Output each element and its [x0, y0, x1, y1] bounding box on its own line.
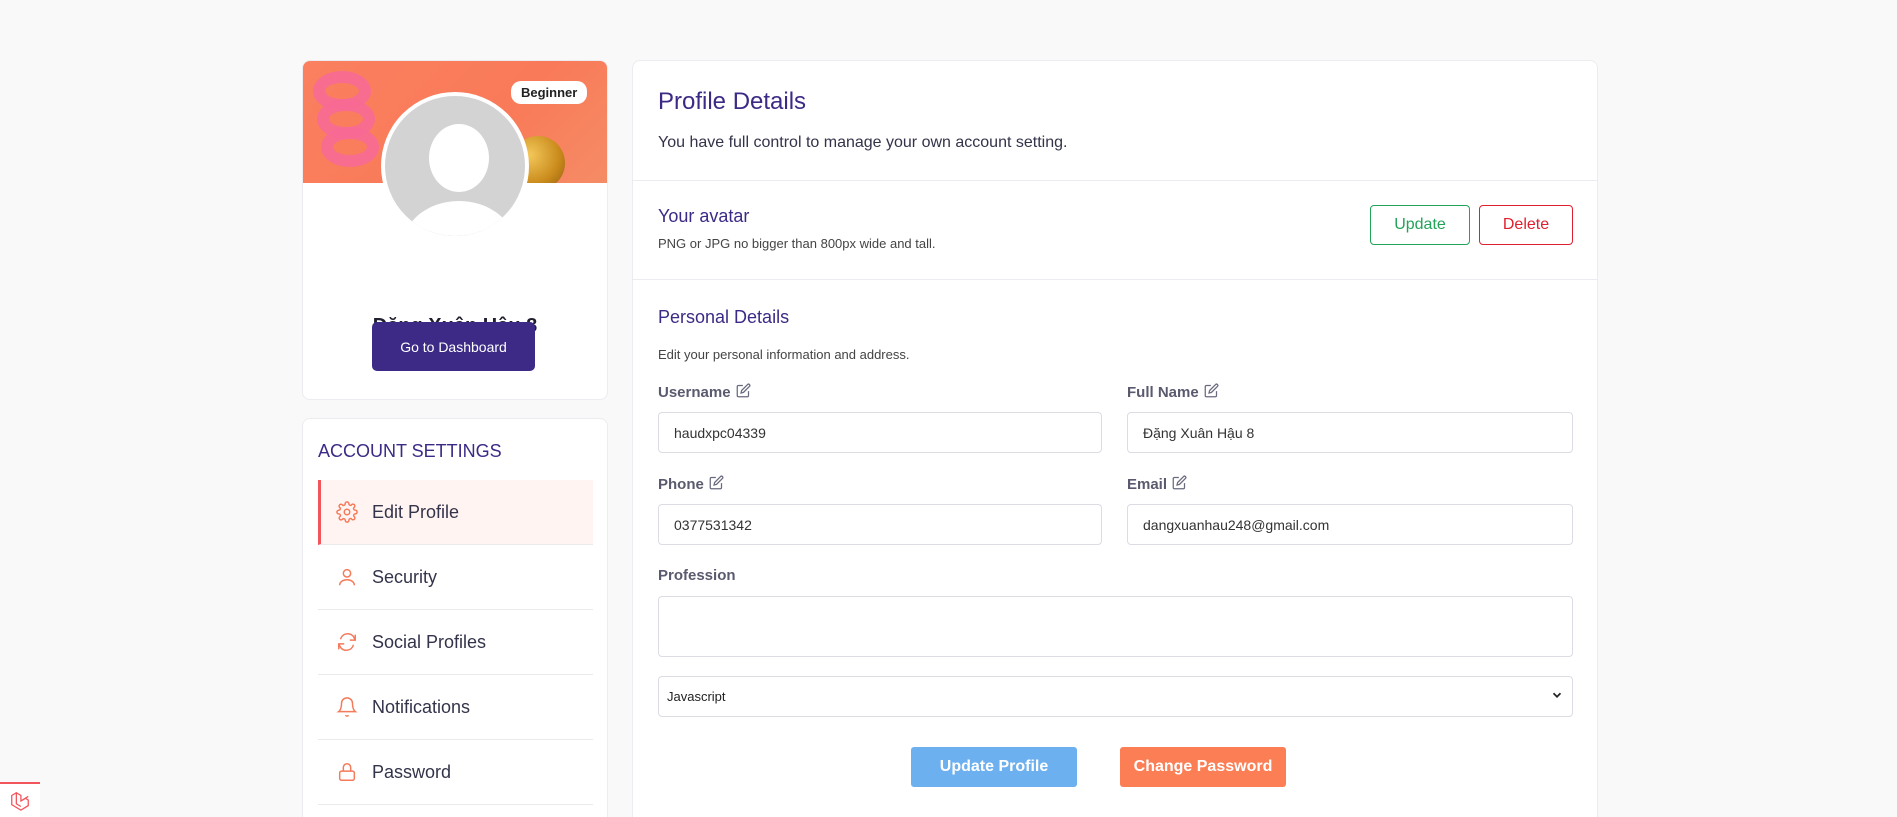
sidebar-item-edit-profile[interactable]: Edit Profile	[318, 480, 593, 545]
cover-decoration	[321, 127, 379, 167]
user-icon	[336, 566, 358, 588]
chevron-down-icon	[1550, 688, 1564, 705]
account-settings-card: ACCOUNT SETTINGS Edit Profile Security S…	[302, 418, 608, 817]
change-password-button[interactable]: Change Password	[1120, 747, 1286, 787]
avatar	[381, 92, 529, 240]
edit-icon[interactable]	[1204, 383, 1219, 402]
settings-title: ACCOUNT SETTINGS	[318, 441, 502, 461]
email-field[interactable]	[1127, 504, 1573, 545]
page-subtitle: You have full control to manage your own…	[658, 134, 1068, 151]
sidebar-item-label: Password	[372, 761, 452, 782]
bell-icon	[336, 696, 358, 718]
refresh-icon	[336, 631, 358, 653]
sidebar-item-password[interactable]: Password	[318, 740, 593, 805]
edit-icon[interactable]	[736, 383, 751, 402]
update-profile-button[interactable]: Update Profile	[911, 747, 1077, 787]
username-field[interactable]	[658, 412, 1102, 453]
profile-details-card: Profile Details You have full control to…	[632, 60, 1598, 817]
personal-details-subtitle: Edit your personal information and addre…	[658, 347, 910, 362]
sidebar-item-label: Notifications	[372, 696, 471, 717]
phone-label: Phone	[658, 475, 724, 494]
skill-select[interactable]: Javascript	[658, 676, 1573, 717]
update-avatar-button[interactable]: Update	[1370, 205, 1470, 245]
level-badge: Beginner	[511, 81, 588, 104]
fullname-field[interactable]	[1127, 412, 1573, 453]
sidebar-item-notifications[interactable]: Notifications	[318, 675, 593, 740]
edit-icon[interactable]	[1172, 475, 1187, 494]
sidebar-item-label: Social Profiles	[372, 631, 487, 652]
delete-avatar-button[interactable]: Delete	[1479, 205, 1573, 245]
username-label: Username	[658, 383, 751, 402]
email-label: Email	[1127, 475, 1187, 494]
sidebar-item-label: Edit Profile	[372, 501, 460, 522]
sidebar-item-security[interactable]: Security	[318, 545, 593, 610]
avatar-section-title: Your avatar	[658, 206, 750, 226]
avatar-section-subtitle: PNG or JPG no bigger than 800px wide and…	[658, 236, 936, 251]
edit-icon[interactable]	[709, 475, 724, 494]
sidebar-item-label: Security	[372, 566, 438, 587]
skill-select-value: Javascript	[667, 689, 726, 704]
divider	[633, 180, 1597, 181]
fullname-label: Full Name	[1127, 383, 1219, 402]
page-title: Profile Details	[658, 88, 807, 115]
personal-details-title: Personal Details	[658, 307, 790, 327]
lock-icon	[336, 761, 358, 783]
profession-field[interactable]	[658, 596, 1573, 657]
phone-field[interactable]	[658, 504, 1102, 545]
divider	[633, 279, 1597, 280]
framework-logo-icon[interactable]	[0, 782, 40, 817]
go-to-dashboard-button[interactable]: Go to Dashboard	[372, 322, 535, 371]
gear-icon	[336, 501, 358, 523]
profession-label: Profession	[658, 567, 736, 584]
sidebar-item-social-profiles[interactable]: Social Profiles	[318, 610, 593, 675]
